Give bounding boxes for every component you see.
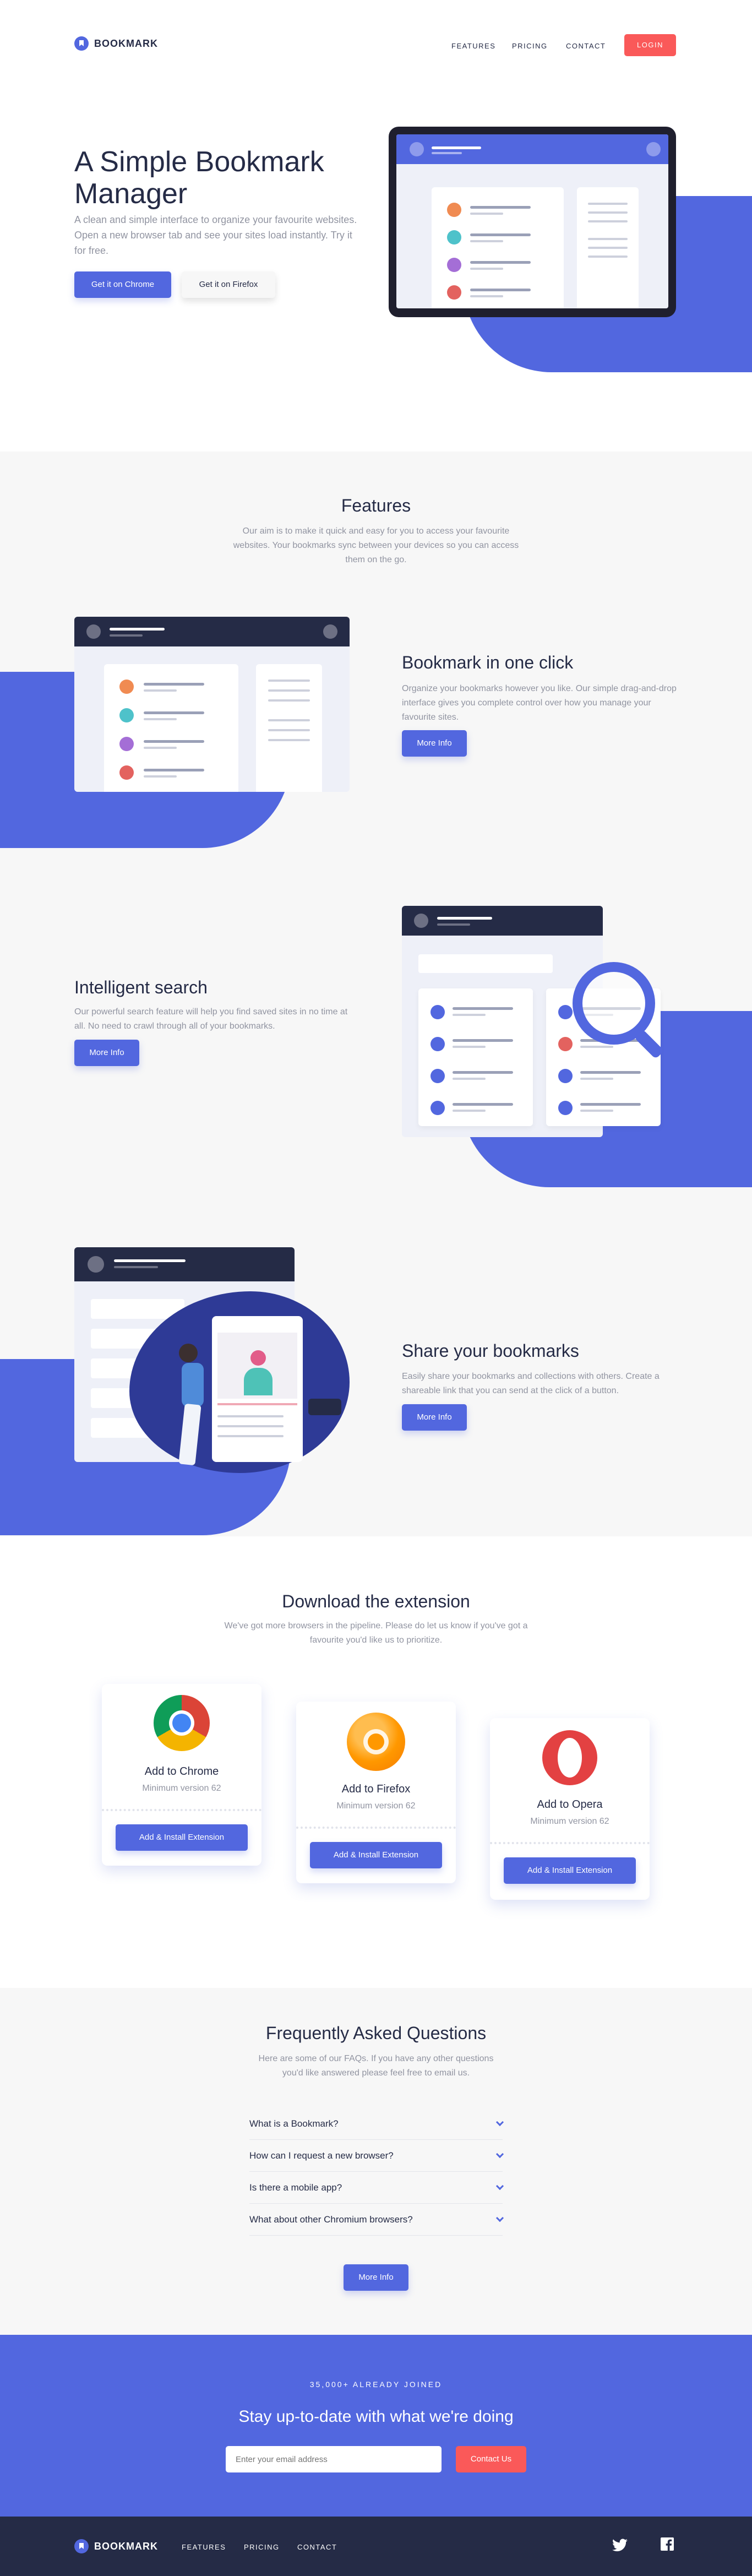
share-phone: [212, 1316, 303, 1462]
faq-item[interactable]: What about other Chromium browsers?: [249, 2204, 504, 2236]
tablet-illustration: [389, 127, 676, 317]
feature1-text: Organize your bookmarks however you like…: [402, 684, 677, 722]
opera-card-version: Minimum version 62: [530, 1817, 609, 1826]
faq-question: What is a Bookmark?: [249, 2118, 339, 2129]
chevron-down-icon: [495, 2214, 504, 2222]
faq-list: What is a Bookmark? How can I request a …: [249, 2108, 504, 2236]
opera-icon: [542, 1730, 597, 1785]
feature3-more-info-button[interactable]: More Info: [402, 1404, 467, 1431]
firefox-card: Add to Firefox Minimum version 62 Add & …: [296, 1702, 456, 1883]
share-stool: [308, 1399, 341, 1415]
opera-install-button[interactable]: Add & Install Extension: [504, 1857, 636, 1884]
firefox-icon: [347, 1713, 405, 1771]
feature1-more-info-button[interactable]: More Info: [402, 730, 467, 757]
opera-card: Add to Opera Minimum version 62 Add & In…: [490, 1718, 650, 1900]
faq-title: Frequently Asked Questions: [265, 2023, 487, 2043]
footer-brand-name: BOOKMARK: [94, 2540, 158, 2552]
feature3-title: Share your bookmarks: [402, 1341, 579, 1361]
download-intro: We've got more browsers in the pipeline.…: [224, 1621, 528, 1645]
download-title: Download the extension: [282, 1591, 470, 1611]
newsletter-title: Stay up-to-date with what we're doing: [238, 2407, 514, 2426]
facebook-icon[interactable]: [661, 2537, 674, 2551]
faq-more-info-button[interactable]: More Info: [344, 2264, 408, 2291]
faq-item[interactable]: How can I request a new browser?: [249, 2140, 504, 2172]
faq-item[interactable]: What is a Bookmark?: [249, 2108, 504, 2140]
feature2-text: Our powerful search feature will help yo…: [74, 1007, 348, 1031]
hero-text: A clean and simple interface to organize…: [74, 214, 357, 256]
bookmark-logo-icon: [74, 2539, 89, 2553]
chevron-down-icon: [495, 2182, 504, 2190]
nav-features[interactable]: FEATURES: [451, 42, 495, 50]
brand-logo[interactable]: BOOKMARK: [74, 36, 158, 51]
faq-question: Is there a mobile app?: [249, 2182, 342, 2193]
footer-nav-pricing[interactable]: PRICING: [244, 2543, 280, 2551]
chrome-card-title: Add to Chrome: [144, 1765, 219, 1778]
hero-title: A Simple Bookmark Manager: [74, 146, 324, 210]
faq-question: What about other Chromium browsers?: [249, 2214, 413, 2225]
firefox-cta-button[interactable]: Get it on Firefox: [182, 271, 275, 298]
bookmark-logo-icon: [74, 36, 89, 51]
chrome-install-button[interactable]: Add & Install Extension: [116, 1824, 248, 1851]
login-button[interactable]: LOGIN: [624, 34, 676, 56]
footer-brand-logo[interactable]: BOOKMARK: [74, 2539, 158, 2553]
person-head: [179, 1344, 198, 1362]
faq-section: Frequently Asked Questions Here are some…: [0, 1988, 752, 2335]
opera-card-title: Add to Opera: [537, 1798, 603, 1811]
faq-intro: Here are some of our FAQs. If you have a…: [258, 2054, 494, 2078]
chevron-down-icon: [495, 2150, 504, 2158]
nav-contact[interactable]: CONTACT: [566, 42, 606, 50]
chrome-card-version: Minimum version 62: [142, 1784, 221, 1793]
newsletter-section: 35,000+ ALREADY JOINED Stay up-to-date w…: [0, 2335, 752, 2517]
brand-name: BOOKMARK: [94, 37, 158, 49]
twitter-icon[interactable]: [612, 2539, 628, 2552]
chevron-down-icon: [495, 2118, 504, 2126]
hero-section: A Simple Bookmark Manager A clean and si…: [0, 77, 752, 452]
features-title: Features: [341, 496, 411, 515]
download-section: Download the extension We've got more br…: [0, 1536, 752, 1988]
faq-question: How can I request a new browser?: [249, 2150, 394, 2161]
firefox-install-button[interactable]: Add & Install Extension: [310, 1842, 442, 1868]
feature1-title: Bookmark in one click: [402, 653, 574, 672]
features-intro: Our aim is to make it quick and easy for…: [233, 526, 519, 564]
nav-pricing[interactable]: PRICING: [512, 42, 548, 50]
search-results-card: [418, 988, 533, 1126]
chrome-cta-button[interactable]: Get it on Chrome: [74, 271, 171, 298]
feature2-more-info-button[interactable]: More Info: [74, 1040, 139, 1066]
faq-item[interactable]: Is there a mobile app?: [249, 2172, 504, 2204]
feature2-title: Intelligent search: [74, 977, 208, 997]
features-section: Features Our aim is to make it quick and…: [0, 452, 752, 1536]
contact-us-button[interactable]: Contact Us: [456, 2446, 526, 2472]
footer-nav-features[interactable]: FEATURES: [182, 2543, 226, 2551]
bookmark-illustration: [74, 617, 350, 792]
firefox-card-version: Minimum version 62: [336, 1801, 416, 1811]
chrome-card: Add to Chrome Minimum version 62 Add & I…: [102, 1684, 261, 1866]
footer: BOOKMARK FEATURES PRICING CONTACT: [0, 2517, 752, 2576]
joined-count: 35,000+ ALREADY JOINED: [309, 2380, 443, 2389]
footer-nav-contact[interactable]: CONTACT: [297, 2543, 337, 2551]
chrome-icon: [154, 1695, 210, 1751]
person-body: [182, 1363, 204, 1407]
feature3-text: Easily share your bookmarks and collecti…: [402, 1372, 660, 1395]
header: BOOKMARK FEATURES PRICING CONTACT LOGIN: [0, 0, 752, 77]
email-input[interactable]: [226, 2446, 442, 2472]
firefox-card-title: Add to Firefox: [341, 1783, 411, 1795]
